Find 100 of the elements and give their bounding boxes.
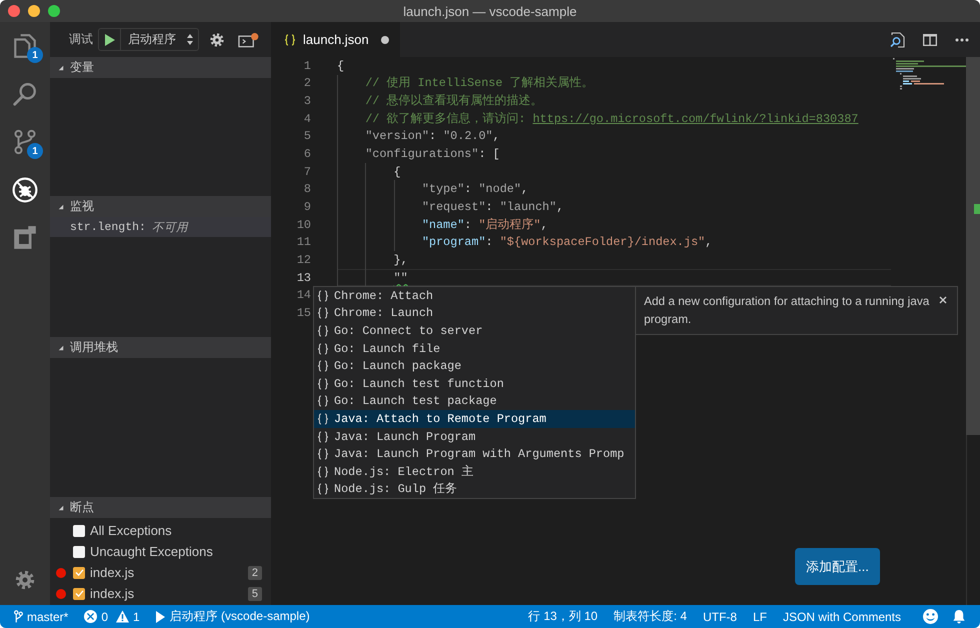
- files-icon[interactable]: [12, 33, 38, 59]
- section-header[interactable]: 监视: [50, 196, 271, 217]
- suggest-item[interactable]: Node.js: Gulp 任务: [314, 480, 635, 498]
- document-search-icon[interactable]: [890, 32, 906, 48]
- extensions-icon[interactable]: [12, 225, 38, 251]
- suggest-item[interactable]: Go: Launch file: [314, 340, 635, 358]
- window-title: launch.json — vscode-sample: [403, 4, 577, 18]
- branch-status[interactable]: master*: [6, 605, 76, 628]
- ruler-marker-icon: [974, 204, 980, 214]
- code-line: },: [394, 252, 408, 267]
- watch-item[interactable]: str.length: 不可用: [50, 217, 271, 237]
- line-number: 6: [302, 147, 311, 162]
- breakpoint-label: All Exceptions: [90, 523, 172, 538]
- braces-icon: [317, 448, 329, 460]
- check-icon: [74, 569, 84, 576]
- status-item[interactable]: LF: [744, 605, 775, 628]
- status-item[interactable]: 行 13，列 10: [520, 605, 606, 628]
- section-header[interactable]: 断点: [50, 497, 271, 518]
- settings-icon[interactable]: [209, 32, 225, 48]
- bell-icon[interactable]: [952, 609, 966, 624]
- code-line: "program": "${workspaceFolder}/index.js",: [422, 235, 712, 250]
- bug-icon[interactable]: [12, 177, 38, 203]
- play-icon: [156, 610, 165, 622]
- checkbox[interactable]: [73, 588, 85, 600]
- updown-caret-icon: [187, 34, 193, 45]
- close-icon[interactable]: [939, 296, 947, 304]
- watch-expression: str.length:: [70, 220, 146, 234]
- status-item[interactable]: JSON with Comments: [774, 605, 909, 628]
- code-line: "request": "launch",: [422, 200, 564, 214]
- breakpoint-label: index.js: [90, 586, 134, 601]
- editor-tab[interactable]: launch.json: [271, 22, 400, 57]
- checkbox[interactable]: [73, 524, 85, 536]
- suggest-item[interactable]: Java: Launch Program: [314, 428, 635, 446]
- close-icon[interactable]: [8, 5, 20, 17]
- minimize-icon[interactable]: [28, 5, 40, 17]
- suggest-item[interactable]: Chrome: Launch: [314, 304, 635, 322]
- code-link[interactable]: https://go.microsoft.com/fwlink/?linkid=830387: [532, 112, 858, 126]
- warning-icon: [116, 610, 130, 623]
- play-icon: [104, 34, 114, 46]
- braces-icon: [317, 342, 329, 355]
- line-number: 4: [302, 112, 311, 126]
- line-number-badge: 5: [248, 586, 262, 600]
- search-icon[interactable]: [12, 81, 38, 107]
- breakpoint-dot-icon: [56, 568, 66, 578]
- section-title: 调用堆栈: [70, 339, 118, 356]
- split-editor-icon[interactable]: [922, 32, 938, 48]
- notification-badge: 1: [27, 47, 43, 63]
- line-number: 7: [302, 164, 311, 179]
- braces-icon: [317, 307, 329, 320]
- suggest-item[interactable]: Go: Launch package: [314, 357, 635, 375]
- line-number: 3: [302, 94, 311, 108]
- braces-icon: [317, 430, 329, 443]
- braces-icon: [317, 290, 329, 302]
- line-number: 8: [302, 182, 311, 196]
- code-line: // 欲了解更多信息，请访问: https://go.microsoft.com/fwlink/?linkid=830387: [365, 110, 858, 127]
- problems-status[interactable]: 0 1: [76, 605, 148, 628]
- code-line: "name": "启动程序",: [422, 216, 548, 233]
- section-header[interactable]: 变量: [50, 57, 271, 78]
- suggest-item[interactable]: Chrome: Attach: [314, 287, 635, 305]
- section-title: 断点: [70, 499, 94, 516]
- branch-icon: [14, 610, 23, 623]
- suggest-item[interactable]: Java: Launch Program with Arguments Promp: [314, 445, 635, 463]
- config-dropdown[interactable]: 启动程序: [121, 29, 198, 50]
- maximize-icon[interactable]: [48, 5, 60, 17]
- status-item[interactable]: 制表符长度: 4: [606, 605, 695, 628]
- suggest-item[interactable]: Go: Launch test package: [314, 392, 635, 410]
- line-number: 14: [296, 288, 311, 302]
- checkbox[interactable]: [73, 546, 85, 558]
- check-icon: [74, 590, 84, 597]
- code-line: "configurations": [: [365, 147, 500, 162]
- debug-status[interactable]: 启动程序 (vscode-sample): [148, 605, 318, 628]
- terminal-icon[interactable]: [238, 32, 259, 48]
- branch-icon[interactable]: [12, 129, 38, 155]
- suggest-item[interactable]: Go: Connect to server: [314, 322, 635, 340]
- scrollbar-thumb[interactable]: [966, 57, 980, 435]
- line-number: 5: [302, 129, 311, 144]
- code-line: "": [394, 270, 408, 284]
- line-number: 2: [302, 76, 311, 90]
- section-title: 变量: [70, 59, 94, 76]
- suggest-item[interactable]: Node.js: Electron 主: [314, 462, 635, 481]
- braces-icon: [317, 324, 329, 337]
- smiley-icon[interactable]: [923, 609, 938, 624]
- notification-badge: 1: [27, 143, 43, 159]
- modified-dot-icon[interactable]: [381, 36, 389, 44]
- code-line: "version": "0.2.0",: [365, 129, 500, 144]
- braces-icon: [317, 378, 329, 390]
- suggest-item[interactable]: Java: Attach to Remote Program: [314, 410, 635, 428]
- line-number: 1: [302, 58, 311, 73]
- section-header[interactable]: 调用堆栈: [50, 337, 271, 358]
- watch-value: 不可用: [152, 220, 188, 234]
- suggest-item[interactable]: Go: Launch test function: [314, 374, 635, 393]
- line-number: 15: [296, 306, 311, 320]
- add-configuration-button[interactable]: 添加配置...: [795, 548, 880, 585]
- code-line: "type": "node",: [422, 182, 528, 196]
- line-number: 12: [296, 252, 311, 267]
- braces-icon: [317, 483, 329, 496]
- status-item[interactable]: UTF-8: [694, 605, 745, 628]
- checkbox[interactable]: [73, 566, 85, 578]
- line-number: 13: [296, 270, 311, 284]
- settings-icon[interactable]: [14, 569, 36, 591]
